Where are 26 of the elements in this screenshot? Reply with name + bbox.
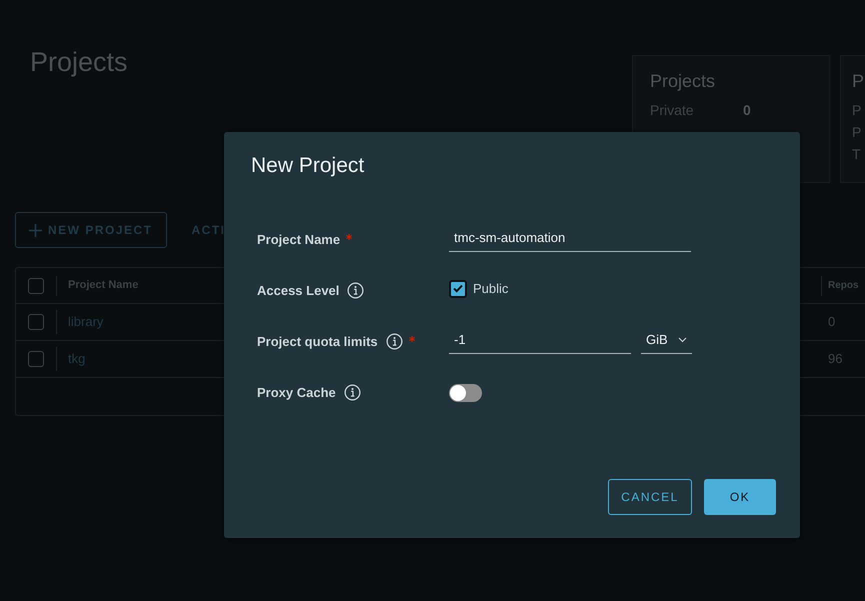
page-title: Projects (30, 49, 129, 76)
stat-value: 0 (743, 101, 751, 120)
check-icon (453, 284, 463, 294)
ok-button[interactable]: OK (704, 479, 776, 515)
field-label: Access Level (257, 282, 340, 300)
info-icon[interactable] (344, 384, 361, 402)
info-icon[interactable] (386, 333, 403, 350)
unit-select[interactable]: GiB (641, 330, 692, 354)
text-input[interactable]: tmc-sm-automation (449, 228, 691, 252)
dialog-title: New Project (251, 153, 366, 179)
caret-icon (678, 336, 687, 343)
checkbox[interactable] (449, 280, 467, 298)
checkbox[interactable] (28, 278, 44, 294)
field-label: Proxy Cache (257, 384, 336, 402)
toggle-switch[interactable] (449, 384, 482, 402)
card-title: Projects (650, 70, 716, 92)
cancel-button[interactable]: CANCEL (608, 479, 692, 515)
info-icon[interactable] (347, 282, 364, 300)
plus-icon (29, 224, 42, 236)
quota-input[interactable]: -1 (449, 330, 631, 354)
checkbox-label: Public (473, 280, 508, 298)
checkbox[interactable] (28, 351, 44, 367)
card-title: P (852, 70, 865, 92)
field-label: Project quota limits (257, 333, 378, 351)
checkbox[interactable] (28, 314, 44, 330)
field-label: Project Name (257, 231, 340, 249)
